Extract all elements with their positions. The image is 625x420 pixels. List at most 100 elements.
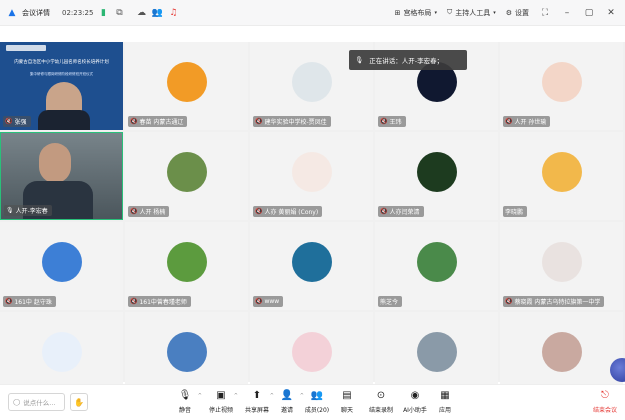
microphone-icon: 🎙	[355, 56, 364, 64]
raise-hand-button[interactable]: ✋	[70, 393, 88, 411]
participant-name-label: 🔇 蔡晓霞 内蒙古乌特拉旗第一中学	[503, 296, 605, 307]
meeting-timer: 02:23:25	[62, 8, 94, 17]
chevron-up-icon[interactable]: ^	[234, 393, 238, 399]
shield-icon: ⛉	[446, 8, 453, 16]
participant-name-label: 李晓鹏	[503, 206, 528, 217]
participant-avatar	[292, 242, 332, 282]
participant-avatar	[417, 152, 457, 192]
title-bar: ▲ 会议详情 02:23:25 ▮ ⧉ ☁ 👥 ♫ ⊞ 宫格布局 ▾ ⛉ 主持人…	[0, 0, 625, 26]
participant-tile[interactable]: 🔇 www	[250, 222, 373, 310]
participants-hidden-icon[interactable]: 👥	[151, 7, 163, 19]
hand-icon: ✋	[74, 397, 84, 407]
participant-avatar	[542, 332, 582, 372]
chat-input[interactable]: ◯ 说点什么...	[8, 393, 65, 411]
participant-tile[interactable]: 🔇 人亦 黄丽娟 (Cony)	[250, 132, 373, 220]
participant-tile[interactable]: 李晓鹏	[500, 132, 623, 220]
participant-name-label: 🔇 161中曾春瑾老师	[128, 296, 191, 307]
video-grid: 内蒙古自治区中小学幼儿园名师名校长培养计划 集中研修与跟岗研修阶段研修班开班仪式 🔇…	[0, 42, 625, 400]
share-screen-button[interactable]: ⬆ 共享屏幕 ^	[240, 389, 274, 414]
chevron-down-icon: ▾	[434, 9, 437, 16]
slide-title: 内蒙古自治区中小学幼儿园名师名校长培养计划	[14, 60, 109, 65]
mic-muted-icon: 🔇	[5, 298, 13, 305]
microphone-icon: 🎙	[178, 390, 192, 401]
participant-name-label: 🔇 建华实验中学校-贾凤佳	[253, 116, 331, 127]
microphone-icon: 🎙	[6, 207, 14, 214]
participant-name-label: 🔇 人亦闫荣清	[378, 206, 424, 217]
participant-tile[interactable]: 🔇 人亦闫荣清	[375, 132, 498, 220]
record-button[interactable]: ⊙ 结束录制	[364, 389, 398, 414]
end-meeting-button[interactable]: ⎋ 结束会议	[588, 389, 622, 414]
participant-name-label: 🔇 161中 赵守珠	[3, 296, 56, 307]
participant-avatar	[167, 62, 207, 102]
cloud-icon[interactable]: ☁	[135, 7, 147, 19]
mic-muted-icon: 🔇	[130, 118, 138, 125]
participant-avatar	[542, 152, 582, 192]
maximize-icon[interactable]: ▢	[583, 8, 595, 18]
participant-name-label: 🔇 人亦 黄丽娟 (Cony)	[253, 206, 323, 217]
participant-name-label: 🔇 王玮	[378, 116, 406, 127]
signal-strength-icon: ▮	[100, 7, 106, 18]
ai-assistant-button[interactable]: ◉ AI小助手	[398, 389, 432, 414]
mic-muted-icon: 🔇	[130, 298, 138, 305]
ai-assistant-icon: ◉	[410, 390, 420, 401]
control-bar: ◯ 说点什么... ✋ 🎙 静音 ^ ▣ 停止视频 ^ ⬆ 共享屏幕 ^ 👤 邀请 ^ 👥 成员(20) ▤…	[0, 384, 625, 420]
meeting-info-link[interactable]: 会议详情	[22, 8, 50, 18]
mic-muted-icon: 🔇	[255, 298, 263, 305]
members-button[interactable]: 👥 成员(20)	[300, 389, 334, 414]
participant-tile[interactable]: 🔇 161中曾春瑾老师	[125, 222, 248, 310]
mic-muted-icon: 🔇	[255, 208, 263, 215]
apps-icon: ▦	[440, 390, 450, 401]
mic-muted-icon: 🔇	[255, 118, 263, 125]
participant-name-label: 🔇 www	[253, 296, 284, 307]
camera-button[interactable]: ▣ 停止视频 ^	[204, 389, 238, 414]
chevron-up-icon[interactable]: ^	[198, 393, 202, 399]
invite-button[interactable]: 👤 邀请 ^	[270, 389, 304, 414]
slide-logo	[6, 45, 46, 51]
chat-button[interactable]: ▤ 聊天	[330, 389, 364, 414]
participant-tile[interactable]: 🔇 人开 杨楠	[125, 132, 248, 220]
participant-tile[interactable]: 熊芝今	[375, 222, 498, 310]
record-icon: ⊙	[376, 390, 386, 401]
participant-avatar	[542, 242, 582, 282]
chevron-down-icon: ▾	[493, 9, 496, 16]
invite-icon: 👤	[280, 390, 294, 401]
slide-subtitle: 集中研修与跟岗研修阶段研修班开班仪式	[30, 72, 93, 76]
participant-avatar	[292, 152, 332, 192]
mic-muted-icon: 🔇	[5, 118, 13, 125]
members-icon: 👥	[310, 390, 324, 401]
participant-name-label: 熊芝今	[378, 296, 403, 307]
microphone-button[interactable]: 🎙 静音 ^	[168, 389, 202, 414]
settings-button[interactable]: ⚙ 设置	[506, 8, 529, 18]
external-window-icon[interactable]: ⧉	[113, 7, 125, 19]
participant-avatar	[542, 62, 582, 102]
participant-tile[interactable]: 🔇 春苗 内蒙古通辽	[125, 42, 248, 130]
minimize-icon[interactable]: –	[561, 8, 573, 18]
participant-avatar	[292, 62, 332, 102]
mic-muted-icon: 🔇	[380, 118, 388, 125]
participant-tile[interactable]: 内蒙古自治区中小学幼儿园名师名校长培养计划 集中研修与跟岗研修阶段研修班开班仪式 🔇…	[0, 42, 123, 130]
grid-icon: ⊞	[394, 8, 401, 17]
speaker-head	[39, 143, 71, 183]
noise-icon[interactable]: ♫	[167, 7, 179, 19]
presenter-body	[38, 110, 90, 130]
mic-muted-icon: 🔇	[505, 298, 513, 305]
participant-tile[interactable]: 🔇 蔡晓霞 内蒙古乌特拉旗第一中学	[500, 222, 623, 310]
participant-avatar	[167, 332, 207, 372]
participant-tile[interactable]: 🔇 人开 孙世瑜	[500, 42, 623, 130]
host-tools-button[interactable]: ⛉ 主持人工具 ▾	[447, 8, 496, 18]
participant-name-label: 🎙 人开-李宏春	[4, 205, 52, 216]
participant-tile[interactable]: 🔇 161中 赵守珠	[0, 222, 123, 310]
apps-button[interactable]: ▦ 应用	[428, 389, 462, 414]
layout-button[interactable]: ⊞ 宫格布局 ▾	[395, 8, 437, 18]
mic-muted-icon: 🔇	[380, 208, 388, 215]
exit-icon: ⎋	[601, 390, 609, 401]
fullscreen-icon[interactable]: ⛶	[539, 8, 551, 18]
participant-avatar	[42, 332, 82, 372]
share-screen-icon: ⬆	[252, 390, 262, 401]
participant-name-label: 🔇 人开 孙世瑜	[503, 116, 551, 127]
participant-tile[interactable]: 🎙 人开-李宏春	[0, 132, 123, 220]
participant-name-label: 🔇 张强	[3, 116, 31, 127]
close-icon[interactable]: ✕	[605, 8, 617, 18]
chat-bubble-icon: ◯	[13, 398, 21, 406]
participant-avatar	[167, 152, 207, 192]
